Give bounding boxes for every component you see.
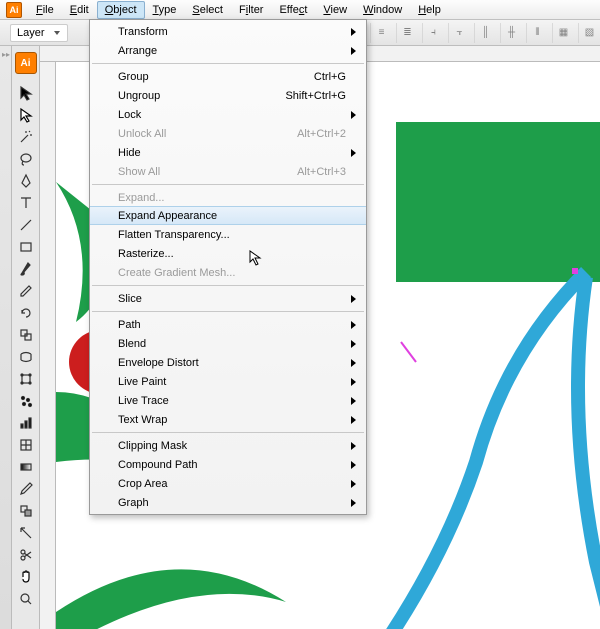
menuitem-create-gradient-mesh: Create Gradient Mesh... <box>90 263 366 282</box>
menu-object[interactable]: Object <box>97 1 145 19</box>
menu-separator <box>92 285 364 286</box>
chevron-right-icon <box>351 295 356 303</box>
chevron-right-icon <box>351 28 356 36</box>
tool-scale[interactable] <box>14 324 38 346</box>
tool-rectangle[interactable] <box>14 236 38 258</box>
menuitem-path[interactable]: Path <box>90 315 366 334</box>
menuitem-crop-area[interactable]: Crop Area <box>90 474 366 493</box>
menu-view[interactable]: View <box>315 1 355 19</box>
menu-type[interactable]: Type <box>145 1 185 19</box>
tool-hand[interactable] <box>14 566 38 588</box>
chevron-right-icon <box>351 149 356 157</box>
tool-gradient[interactable] <box>14 456 38 478</box>
chevron-right-icon <box>351 359 356 367</box>
tool-rotate[interactable] <box>14 302 38 324</box>
ruler-vertical <box>40 62 56 629</box>
chevron-right-icon <box>351 397 356 405</box>
menu-filter[interactable]: Filter <box>231 1 271 19</box>
menuitem-unlock-all: Unlock AllAlt+Ctrl+2 <box>90 124 366 143</box>
chevron-right-icon <box>351 416 356 424</box>
chevron-right-icon <box>351 111 356 119</box>
tool-pencil[interactable] <box>14 280 38 302</box>
menu-effect[interactable]: Effect <box>271 1 315 19</box>
menuitem-compound-path[interactable]: Compound Path <box>90 455 366 474</box>
menuitem-graph[interactable]: Graph <box>90 493 366 512</box>
menu-help[interactable]: Help <box>410 1 449 19</box>
menu-separator <box>92 311 364 312</box>
tool-graph[interactable] <box>14 412 38 434</box>
tool-zoom[interactable] <box>14 588 38 610</box>
tool-line[interactable] <box>14 214 38 236</box>
align-icon[interactable]: ≡ <box>370 23 392 43</box>
chevron-right-icon <box>351 47 356 55</box>
menuitem-flatten-transparency[interactable]: Flatten Transparency... <box>90 225 366 244</box>
illustrator-logo-icon: Ai <box>15 52 37 74</box>
chevron-right-icon <box>351 461 356 469</box>
tool-selection[interactable] <box>14 82 38 104</box>
chevron-right-icon <box>351 442 356 450</box>
menu-select[interactable]: Select <box>184 1 231 19</box>
menuitem-envelope-distort[interactable]: Envelope Distort <box>90 353 366 372</box>
chevron-right-icon <box>351 321 356 329</box>
menu-separator <box>92 432 364 433</box>
menu-separator <box>92 184 364 185</box>
menuitem-text-wrap[interactable]: Text Wrap <box>90 410 366 429</box>
menuitem-group[interactable]: GroupCtrl+G <box>90 67 366 86</box>
chevron-right-icon <box>351 378 356 386</box>
tool-warp[interactable] <box>14 346 38 368</box>
menuitem-rasterize[interactable]: Rasterize... <box>90 244 366 263</box>
tool-wand[interactable] <box>14 126 38 148</box>
tool-scissors[interactable] <box>14 544 38 566</box>
menubar: Ai FileEditObjectTypeSelectFilterEffectV… <box>0 0 600 20</box>
tool-slice[interactable] <box>14 522 38 544</box>
menu-separator <box>92 63 364 64</box>
tool-lasso[interactable] <box>14 148 38 170</box>
chevron-down-icon <box>54 31 60 35</box>
menuitem-arrange[interactable]: Arrange <box>90 41 366 60</box>
app-icon: Ai <box>6 2 22 18</box>
tool-blend[interactable] <box>14 500 38 522</box>
menuitem-ungroup[interactable]: UngroupShift+Ctrl+G <box>90 86 366 105</box>
menuitem-hide[interactable]: Hide <box>90 143 366 162</box>
distribute-icon[interactable]: ║ <box>474 23 496 43</box>
menuitem-live-paint[interactable]: Live Paint <box>90 372 366 391</box>
menuitem-expand-appearance[interactable]: Expand Appearance <box>90 206 366 225</box>
tool-symbol-sprayer[interactable] <box>14 390 38 412</box>
tool-free-transform[interactable] <box>14 368 38 390</box>
menuitem-blend[interactable]: Blend <box>90 334 366 353</box>
tool-brush[interactable] <box>14 258 38 280</box>
menuitem-live-trace[interactable]: Live Trace <box>90 391 366 410</box>
menuitem-transform[interactable]: Transform <box>90 22 366 41</box>
menu-file[interactable]: File <box>28 1 62 19</box>
menuitem-lock[interactable]: Lock <box>90 105 366 124</box>
menuitem-show-all: Show AllAlt+Ctrl+3 <box>90 162 366 181</box>
menuitem-expand: Expand... <box>90 188 366 207</box>
chevron-right-icon <box>351 480 356 488</box>
distribute-icon[interactable]: ╫ <box>500 23 522 43</box>
toolbox: Ai <box>12 46 40 629</box>
chevron-right-icon <box>351 340 356 348</box>
tool-direct-selection[interactable] <box>14 104 38 126</box>
menu-edit[interactable]: Edit <box>62 1 97 19</box>
align-icon[interactable]: ≣ <box>396 23 418 43</box>
menuitem-slice[interactable]: Slice <box>90 289 366 308</box>
distribute-icon[interactable]: ⦀ <box>526 23 548 43</box>
menuitem-clipping-mask[interactable]: Clipping Mask <box>90 436 366 455</box>
cursor-icon <box>248 250 264 269</box>
panel-dock: ▸▸ <box>0 46 12 629</box>
align-icon[interactable]: ⫟ <box>448 23 470 43</box>
align-icon[interactable]: ⫞ <box>422 23 444 43</box>
object-menu: TransformArrange GroupCtrl+GUngroupShift+… <box>89 19 367 515</box>
tool-pen[interactable] <box>14 170 38 192</box>
chevron-right-icon <box>351 499 356 507</box>
transform-icon[interactable]: ▦ <box>552 23 574 43</box>
tool-eyedropper[interactable] <box>14 478 38 500</box>
tool-mesh[interactable] <box>14 434 38 456</box>
transform-icon[interactable]: ▧ <box>578 23 600 43</box>
tool-type[interactable] <box>14 192 38 214</box>
menu-window[interactable]: Window <box>355 1 410 19</box>
